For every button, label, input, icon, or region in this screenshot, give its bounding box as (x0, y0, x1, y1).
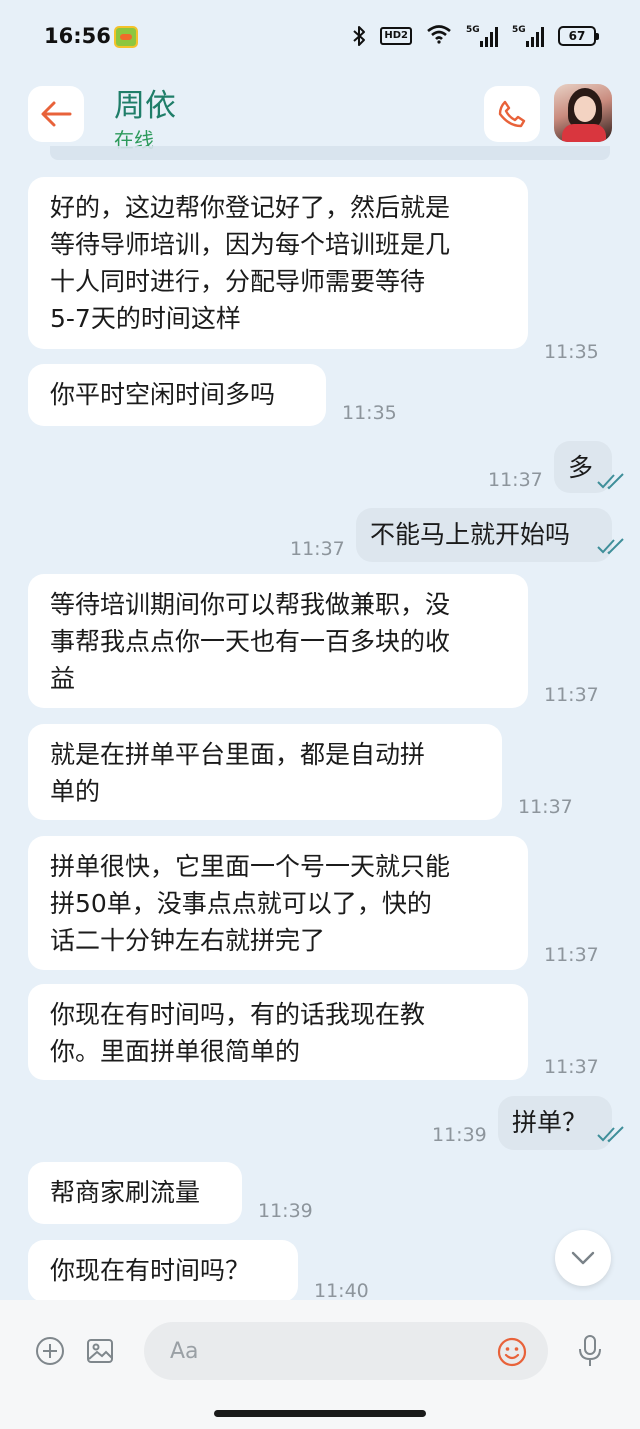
scroll-to-bottom-button[interactable] (555, 1230, 611, 1286)
read-receipt-icon (597, 1126, 624, 1143)
message-received[interactable]: 你现在有时间吗？ 11:40 (0, 1240, 640, 1300)
message-received[interactable]: 就是在拼单平台里面，都是自动拼 单的 11:37 (0, 724, 640, 822)
message-time: 11:39 (432, 1124, 487, 1146)
message-line: 5-7天的时间这样 (50, 304, 241, 333)
message-line: 十人同时进行，分配导师需要等待 (50, 267, 426, 296)
message-line: 你平时空闲时间多吗 (50, 380, 276, 409)
message-line: 拼单很快，它里面一个号一天就只能 (50, 852, 451, 881)
attach-button[interactable] (32, 1332, 68, 1370)
message-input[interactable] (170, 1332, 490, 1370)
message-list[interactable]: 好的，这边帮你登记好了，然后就是 等待导师培训，因为每个培训班是几 十人同时进行… (0, 160, 640, 1300)
plus-circle-icon (36, 1337, 64, 1365)
message-line: 不能马上就开始吗 (370, 520, 571, 549)
message-line: 事帮我点点你一天也有一百多块的收 (50, 627, 451, 656)
message-input-box[interactable] (144, 1322, 548, 1380)
status-icons: HD2 5G 5G 67 (352, 22, 599, 50)
message-line: 你。里面拼单很简单的 (50, 1037, 301, 1066)
message-received[interactable]: 帮商家刷流量 11:39 (0, 1162, 640, 1226)
message-line: 就是在拼单平台里面，都是自动拼 (50, 740, 426, 769)
contact-name[interactable]: 周依 (114, 80, 176, 125)
message-time: 11:37 (290, 538, 345, 560)
message-time: 11:37 (488, 469, 543, 491)
message-line: 话二十分钟左右就拼完了 (50, 926, 326, 955)
message-line: 多 (568, 453, 594, 482)
message-time: 11:37 (544, 684, 599, 706)
home-indicator[interactable] (214, 1410, 426, 1417)
message-time: 11:35 (342, 402, 397, 424)
message-time: 11:35 (544, 341, 599, 363)
voice-button[interactable] (574, 1332, 606, 1370)
back-arrow-icon (41, 101, 72, 127)
emoji-button[interactable] (494, 1334, 530, 1370)
message-line: 好的，这边帮你登记好了，然后就是 (50, 193, 451, 222)
signal-icon-2: 5G (512, 25, 544, 47)
message-line: 帮商家刷流量 (50, 1178, 201, 1207)
message-line: 拼50单，没事点点就可以了，快的 (50, 889, 432, 918)
previous-message-edge (50, 146, 610, 160)
message-sent[interactable]: 拼单？ 11:39 (0, 1096, 640, 1150)
message-received[interactable]: 好的，这边帮你登记好了，然后就是 等待导师培训，因为每个培训班是几 十人同时进行… (0, 177, 640, 363)
phone-icon (498, 100, 526, 128)
message-received[interactable]: 等待培训期间你可以帮我做兼职，没 事帮我点点你一天也有一百多块的收 益 11:3… (0, 574, 640, 710)
back-button[interactable] (28, 86, 84, 142)
read-receipt-icon (597, 473, 624, 490)
message-time: 11:37 (544, 1056, 599, 1078)
message-sent[interactable]: 不能马上就开始吗 11:37 (0, 508, 640, 562)
message-time: 11:37 (544, 944, 599, 966)
avatar[interactable] (554, 84, 612, 142)
message-received[interactable]: 你平时空闲时间多吗 11:35 (0, 364, 640, 428)
message-time: 11:37 (518, 796, 573, 818)
gallery-button[interactable] (82, 1332, 118, 1370)
microphone-icon (579, 1335, 601, 1366)
message-time: 11:39 (258, 1200, 313, 1222)
chevron-down-icon (571, 1251, 595, 1265)
status-time: 16:56 (44, 24, 111, 48)
signal-icon-1: 5G (466, 25, 498, 47)
message-line: 等待导师培训，因为每个培训班是几 (50, 230, 451, 259)
message-line: 你现在有时间吗，有的话我现在教 (50, 1000, 426, 1029)
battery-icon: 67 (558, 26, 599, 46)
message-line: 拼单？ (512, 1108, 588, 1137)
message-sent[interactable]: 多 11:37 (0, 441, 640, 493)
composer-bar (0, 1300, 640, 1429)
call-button[interactable] (484, 86, 540, 142)
smiley-icon (497, 1337, 527, 1367)
message-line: 益 (50, 664, 76, 693)
message-line: 单的 (50, 777, 101, 806)
status-bar: 16:56 HD2 5G 5G 67 (0, 0, 640, 72)
message-line: 你现在有时间吗？ (50, 1256, 251, 1285)
message-received[interactable]: 你现在有时间吗，有的话我现在教 你。里面拼单很简单的 11:37 (0, 984, 640, 1082)
read-receipt-icon (597, 538, 624, 555)
hd-voice-icon: HD2 (380, 27, 412, 45)
message-time: 11:40 (314, 1280, 369, 1300)
app-notification-icon (114, 26, 138, 48)
message-line: 等待培训期间你可以帮我做兼职，没 (50, 590, 451, 619)
bluetooth-icon (352, 25, 366, 47)
image-icon (87, 1339, 113, 1363)
message-received[interactable]: 拼单很快，它里面一个号一天就只能 拼50单，没事点点就可以了，快的 话二十分钟左… (0, 836, 640, 972)
wifi-icon (426, 24, 452, 48)
